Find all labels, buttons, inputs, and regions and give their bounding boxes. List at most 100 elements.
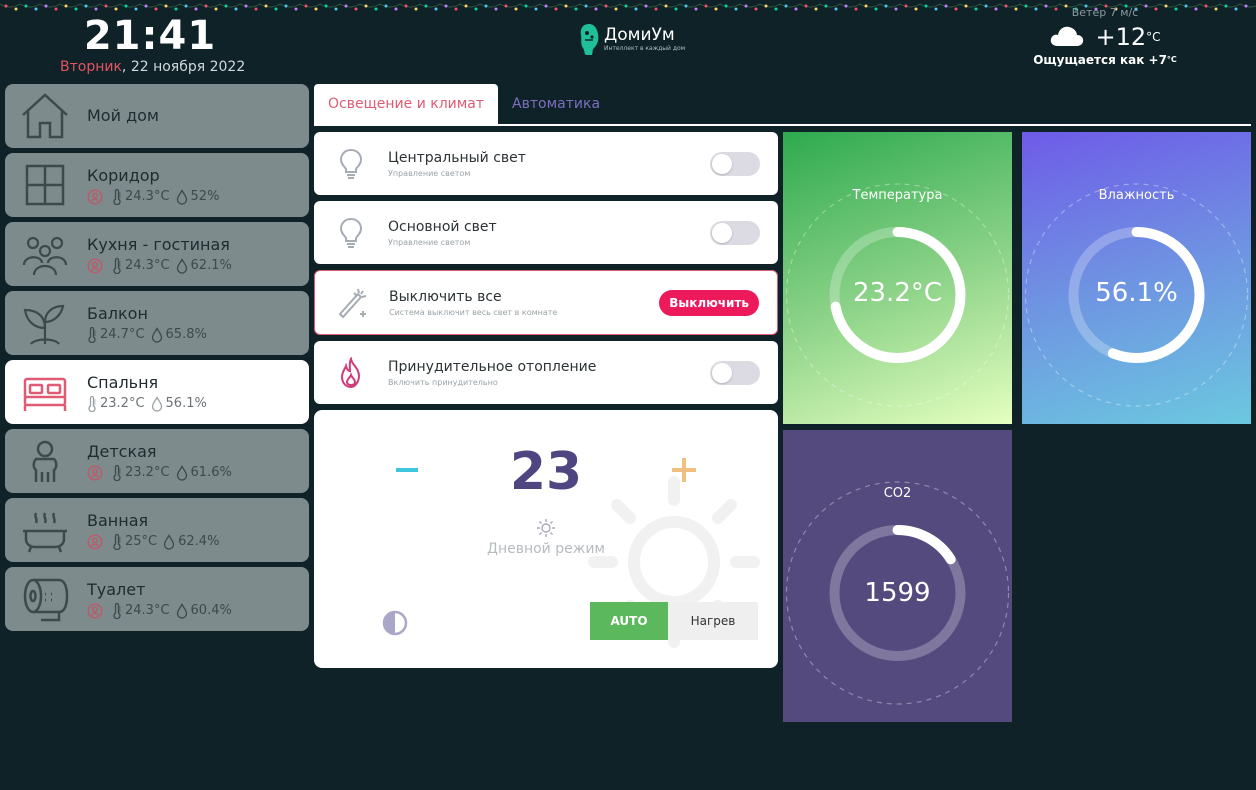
garland-bulb [784,4,788,8]
forced-heating-toggle[interactable] [710,360,760,385]
garland-bulb [244,4,248,8]
room-stats: 24.3°C 62.1% [87,257,238,274]
room-item[interactable]: Спальня 23.2°C 56.1% [5,360,309,424]
garland-bulb [944,4,948,8]
room-item[interactable]: Мой дом [5,84,309,148]
garland-bulb [764,4,768,8]
garland-bulb [1184,4,1188,8]
garland-bulb [704,4,708,8]
garland-bulb [824,4,828,8]
occupancy-icon [87,602,103,619]
weather: Ветер 7 м/с +12°C Ощущается как +7°C [1030,6,1180,68]
garland-bulb [684,4,688,8]
room-temp: 25°C [125,533,158,549]
decrease-temp-button[interactable] [396,468,418,472]
main-light-toggle[interactable] [710,220,760,245]
humidity-sensor-card[interactable]: Влажность 56.1% [1022,132,1251,424]
auto-mode-button[interactable]: AUTO [590,602,668,640]
garland-bulb [674,7,678,11]
garland-bulb [564,4,568,8]
magic-wand-icon [315,285,389,321]
garland-bulb [1224,4,1228,8]
garland-bulb [494,7,498,11]
garland-bulb [884,4,888,8]
room-name: Ванная [87,510,149,530]
control-title: Основной свет [388,218,497,235]
co2-sensor-card[interactable]: CO2 1599 [783,430,1012,722]
garland-bulb [1214,7,1218,11]
garland-bulb [954,7,958,11]
tab-bar: Освещение и климат Автоматика [314,84,1251,126]
garland-bulb [604,4,608,8]
garland-bulb [804,4,808,8]
garland-bulb [504,4,508,8]
room-item[interactable]: Туалет 24.3°C 60.4% [5,567,309,631]
turn-off-all-button[interactable]: Выключить [659,289,759,316]
control-title: Центральный свет [388,149,526,166]
people-icon [19,229,71,279]
room-name: Туалет [87,579,146,599]
garland-bulb [234,7,238,11]
garland-bulb [424,4,428,8]
child-icon [19,436,71,486]
tab-automation[interactable]: Автоматика [498,84,614,124]
bed-icon [19,367,71,417]
house-icon [19,91,71,141]
garland-bulb [694,7,698,11]
garland-bulb [1244,4,1248,8]
room-item[interactable]: Балкон 24.7°C 65.8% [5,291,309,355]
humidity-icon [176,464,187,481]
garland-bulb [544,4,548,8]
garland-bulb [754,7,758,11]
room-item[interactable]: Кухня - гостиная 24.3°C 62.1% [5,222,309,286]
temperature-sensor-card[interactable]: Температура 23.2°C [783,132,1012,424]
garland-bulb [634,7,638,11]
garland-bulb [334,7,338,11]
clock: 21:41 Вторник, 22 ноября 2022 [60,13,245,76]
room-name: Балкон [87,303,148,323]
garland-bulb [484,4,488,8]
room-name: Коридор [87,165,160,185]
garland-bulb [594,7,598,11]
garland-bulb [1204,4,1208,8]
garland-bulb [214,7,218,11]
window-icon [19,160,71,210]
room-temp: 24.7°C [100,326,145,342]
humidity-icon [176,602,187,619]
control-title: Принудительное отопление [388,358,597,375]
garland-bulb [744,4,748,8]
control-subtitle: Система выключит весь свет в комнате [389,307,558,317]
garland-bulb [54,7,58,11]
garland-bulb [384,4,388,8]
garland-bulb [104,4,108,8]
garland-bulb [44,4,48,8]
garland-bulb [964,4,968,8]
garland-bulb [814,7,818,11]
increase-temp-button[interactable] [672,458,696,482]
control-main-light: Основной свет Управление светом [314,201,778,264]
room-item[interactable]: Коридор 24.3°C 52% [5,153,309,217]
garland-bulb [514,7,518,11]
clock-time: 21:41 [83,13,217,59]
heat-mode-button[interactable]: Нагрев [668,602,758,640]
garland-bulb [404,4,408,8]
tab-lighting-climate[interactable]: Освещение и климат [314,84,499,124]
garland-bulb [144,4,148,8]
garland-bulb [114,7,118,11]
night-mode-icon[interactable] [382,610,408,636]
garland-bulb [854,7,858,11]
room-stats: 24.3°C 52% [87,188,225,205]
room-item[interactable]: Ванная 25°C 62.4% [5,498,309,562]
occupancy-icon [87,188,103,205]
control-subtitle: Управление светом [388,168,471,178]
garland-bulb [14,7,18,11]
humidity-icon [151,326,162,343]
occupancy-icon [87,533,103,550]
thermometer-icon [113,602,121,619]
central-light-toggle[interactable] [710,151,760,176]
setpoint-value: 23 [509,442,583,502]
thermometer-icon [88,326,96,343]
room-humidity: 56.1% [165,395,207,411]
garland-bulb [454,7,458,11]
room-item[interactable]: Детская 23.2°C 61.6% [5,429,309,493]
